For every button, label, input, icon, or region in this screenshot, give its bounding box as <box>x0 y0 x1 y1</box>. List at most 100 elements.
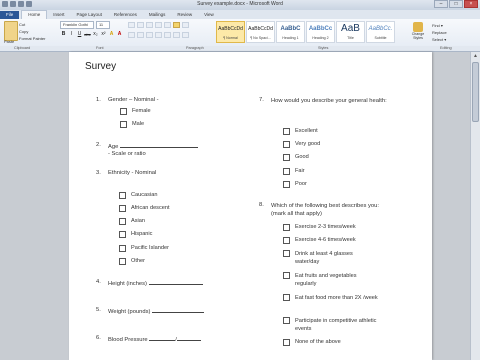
font-name-select[interactable]: Franklin Gothi <box>60 21 94 29</box>
tab-insert[interactable]: Insert <box>47 11 70 19</box>
checkbox[interactable] <box>283 181 290 188</box>
superscript-button[interactable]: x² <box>100 31 107 38</box>
tab-page-layout[interactable]: Page Layout <box>71 11 108 19</box>
close-button[interactable]: × <box>464 0 478 8</box>
tab-file[interactable]: File <box>0 11 20 19</box>
justify-icon[interactable] <box>155 32 162 38</box>
style-heading-1[interactable]: AaBbC Heading 1 <box>276 21 305 43</box>
answer-blank[interactable] <box>148 279 203 285</box>
scroll-up-icon[interactable]: ▲ <box>472 53 479 59</box>
checkbox[interactable] <box>283 141 290 148</box>
font-size-select[interactable]: 11 <box>96 21 110 29</box>
underline-button[interactable]: U <box>76 31 83 38</box>
align-left-icon[interactable] <box>128 32 135 38</box>
checkbox[interactable] <box>283 168 290 175</box>
tab-view[interactable]: View <box>198 11 220 19</box>
option-poor[interactable]: Poor <box>283 181 307 188</box>
checkbox[interactable] <box>283 294 290 301</box>
maximize-button[interactable]: □ <box>449 0 463 8</box>
subscript-button[interactable]: x₂ <box>92 31 99 38</box>
checkbox[interactable] <box>120 108 127 115</box>
option-hispanic[interactable]: Hispanic <box>119 231 152 238</box>
option-athletic-events[interactable]: Participate in competitive athletic even… <box>283 317 378 333</box>
paste-icon[interactable] <box>4 21 18 41</box>
tab-references[interactable]: References <box>108 11 143 19</box>
bullets-icon[interactable] <box>128 22 135 28</box>
option-good[interactable]: Good <box>283 154 309 161</box>
style-heading-2[interactable]: AaBbCc Heading 2 <box>306 21 335 43</box>
shading-icon[interactable] <box>173 32 180 38</box>
cut-button[interactable]: Cut <box>19 22 25 27</box>
strikethrough-button[interactable]: abc <box>84 31 91 38</box>
option-fast-food[interactable]: Eat fast food more than 2X /week <box>283 294 378 302</box>
checkbox[interactable] <box>283 339 290 346</box>
find-button[interactable]: Find ▾ <box>432 22 447 29</box>
option-excellent[interactable]: Excellent <box>283 128 318 135</box>
checkbox[interactable] <box>283 250 290 257</box>
checkbox[interactable] <box>283 317 290 324</box>
format-painter-button[interactable]: Format Painter <box>19 36 45 41</box>
replace-button[interactable]: Replace <box>432 29 447 36</box>
decrease-indent-icon[interactable] <box>155 22 162 28</box>
increase-indent-icon[interactable] <box>164 22 171 28</box>
font-color-button[interactable]: A <box>116 31 123 38</box>
checkbox[interactable] <box>119 205 126 212</box>
option-very-good[interactable]: Very good <box>283 141 320 148</box>
option-male[interactable]: Male <box>120 121 144 128</box>
checkbox[interactable] <box>119 258 126 265</box>
option-other[interactable]: Other <box>119 258 145 265</box>
checkbox[interactable] <box>119 231 126 238</box>
checkbox[interactable] <box>283 237 290 244</box>
style-normal[interactable]: AaBbCcDd ¶ Normal <box>216 21 245 43</box>
option-drink-water[interactable]: Drink at least 4 glasses water/day <box>283 250 358 266</box>
answer-blank[interactable] <box>176 335 201 341</box>
numbering-icon[interactable] <box>137 22 144 28</box>
align-center-icon[interactable] <box>137 32 144 38</box>
checkbox[interactable] <box>283 128 290 135</box>
answer-blank[interactable] <box>119 142 198 148</box>
option-asian[interactable]: Asian <box>119 218 145 225</box>
checkbox[interactable] <box>119 245 126 252</box>
tab-review[interactable]: Review <box>171 11 198 19</box>
align-right-icon[interactable] <box>146 32 153 38</box>
option-exercise-2-3[interactable]: Exercise 2-3 times/week <box>283 224 378 231</box>
option-female[interactable]: Female <box>120 108 151 115</box>
copy-button[interactable]: Copy <box>19 29 28 34</box>
bold-button[interactable]: B <box>60 31 67 38</box>
option-fruits-vegetables[interactable]: Eat fruits and vegetables regularly <box>283 272 373 288</box>
style-subtitle[interactable]: AaBbCc. Subtitle <box>366 21 395 43</box>
document-workspace[interactable] <box>0 52 471 360</box>
multilevel-list-icon[interactable] <box>146 22 153 28</box>
select-button[interactable]: Select ▾ <box>432 36 447 43</box>
vertical-scrollbar[interactable]: ▲ <box>470 52 480 360</box>
answer-blank[interactable] <box>149 335 176 341</box>
style-no-spacing[interactable]: AaBbCcDd ¶ No Spaci... <box>246 21 275 43</box>
checkbox[interactable] <box>119 192 126 199</box>
minimize-button[interactable]: – <box>434 0 448 8</box>
checkbox[interactable] <box>283 224 290 231</box>
option-caucasian[interactable]: Caucasian <box>119 192 157 199</box>
tab-home[interactable]: Home <box>21 10 48 19</box>
borders-icon[interactable] <box>182 32 189 38</box>
checkbox[interactable] <box>283 154 290 161</box>
option-fair[interactable]: Fair <box>283 168 305 175</box>
tab-mailings[interactable]: Mailings <box>143 11 172 19</box>
option-none[interactable]: None of the above <box>283 339 378 346</box>
option-exercise-4-6[interactable]: Exercise 4-6 times/week <box>283 237 378 244</box>
option-african-descent[interactable]: African descent <box>119 205 170 212</box>
option-label: Exercise 4-6 times/week <box>295 237 356 243</box>
italic-button[interactable]: I <box>68 31 75 38</box>
option-pacific-islander[interactable]: Pacific Islander <box>119 245 169 252</box>
change-styles-button[interactable]: Change Styles <box>410 21 426 43</box>
sort-icon[interactable] <box>173 22 180 28</box>
show-marks-icon[interactable] <box>182 22 189 28</box>
style-title[interactable]: AaB Title <box>336 21 365 43</box>
line-spacing-icon[interactable] <box>164 32 171 38</box>
checkbox[interactable] <box>120 121 127 128</box>
checkbox[interactable] <box>119 218 126 225</box>
answer-blank[interactable] <box>152 307 205 313</box>
checkbox[interactable] <box>283 272 290 279</box>
paste-button[interactable]: Paste <box>4 39 14 44</box>
highlight-button[interactable]: A <box>108 31 115 38</box>
scroll-thumb[interactable] <box>472 62 479 122</box>
